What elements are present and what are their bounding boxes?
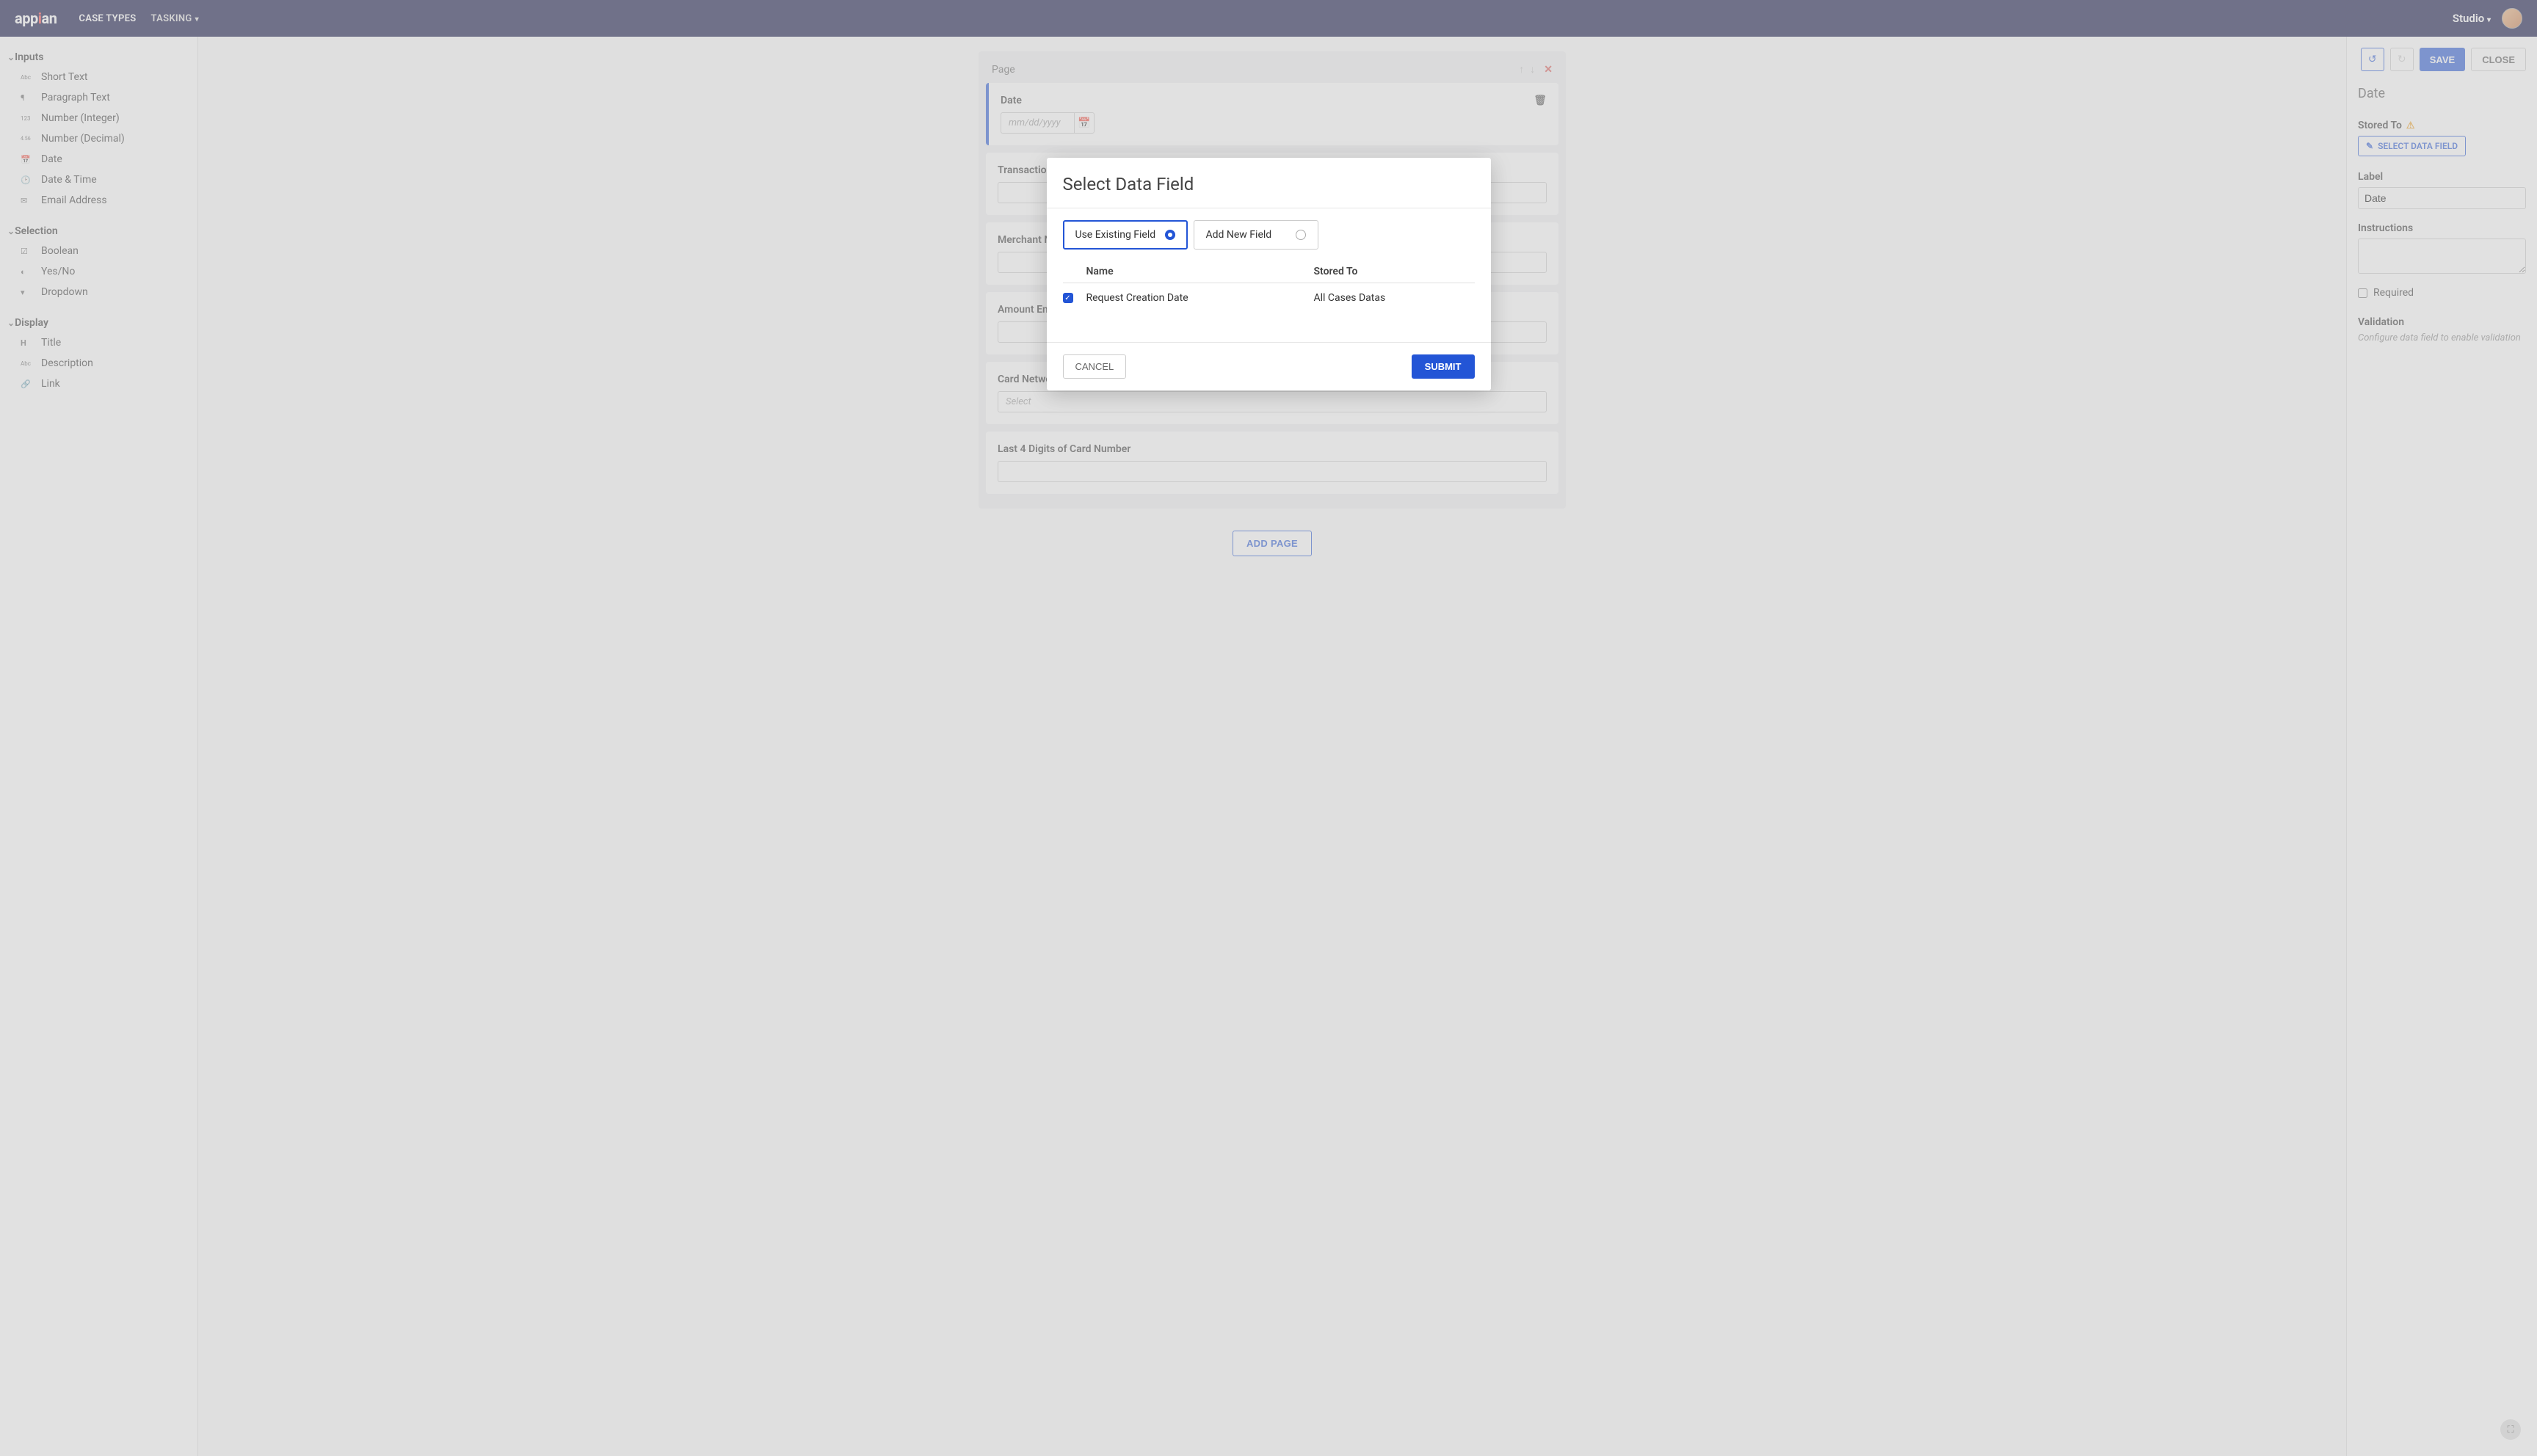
col-stored-to: Stored To [1314,266,1475,277]
col-name: Name [1086,266,1314,277]
row-stored-to: All Cases Datas [1314,292,1475,304]
radio-off-icon [1296,230,1306,240]
radio-label: Add New Field [1206,229,1272,241]
cancel-button[interactable]: CANCEL [1063,354,1127,379]
table-header: Name Stored To [1063,266,1475,283]
submit-button[interactable]: SUBMIT [1412,354,1475,379]
table-row[interactable]: ✓ Request Creation Date All Cases Datas [1063,283,1475,313]
radio-use-existing[interactable]: Use Existing Field [1063,220,1188,250]
modal-overlay: Select Data Field Use Existing Field Add… [0,0,2537,1456]
modal-title: Select Data Field [1063,174,1475,194]
radio-add-new[interactable]: Add New Field [1194,220,1318,250]
row-name: Request Creation Date [1086,292,1314,304]
radio-on-icon [1165,230,1175,240]
radio-label: Use Existing Field [1075,229,1156,241]
row-checkbox[interactable]: ✓ [1063,293,1073,303]
